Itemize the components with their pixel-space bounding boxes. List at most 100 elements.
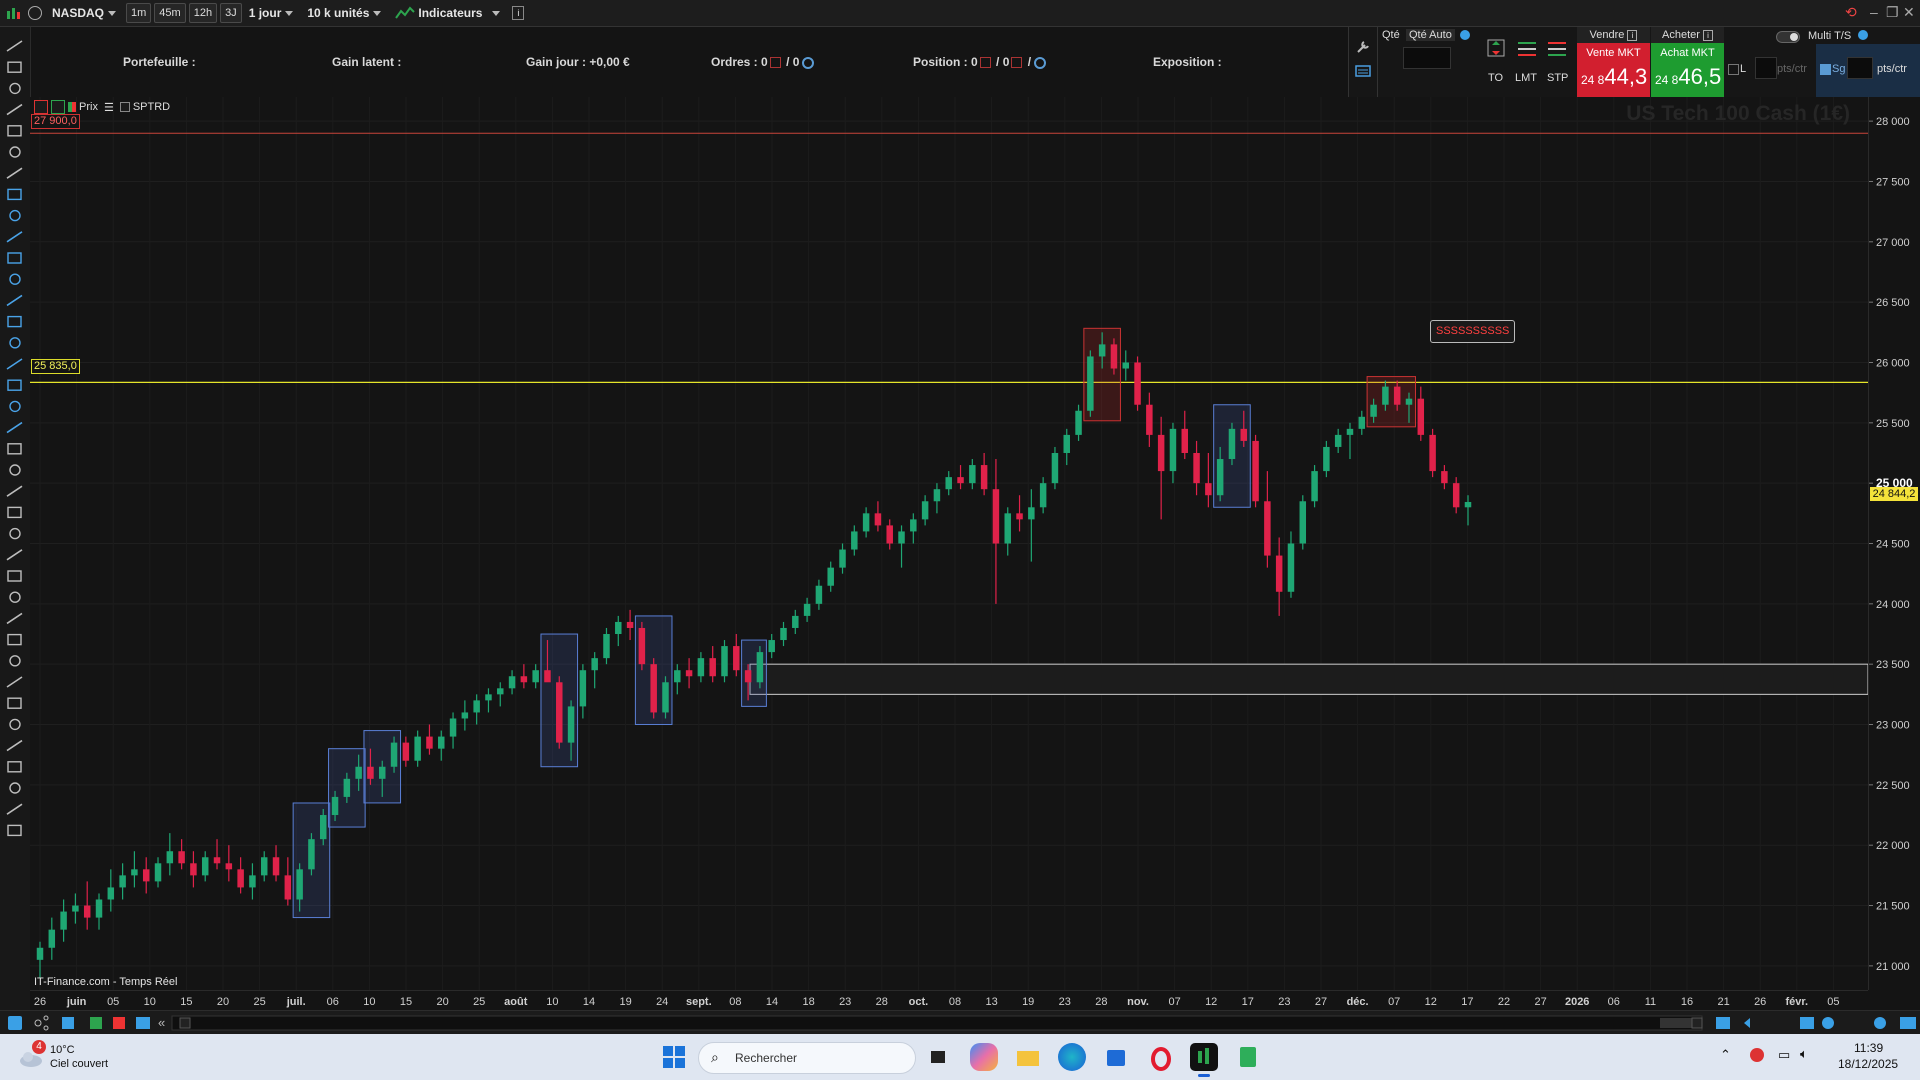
level-tag-top[interactable]: 27 900,0 [31,114,80,129]
drawing-tool-icon[interactable] [7,570,22,582]
drawing-tool-icon[interactable] [6,167,23,179]
candle[interactable] [308,833,315,876]
drawing-tool-icon[interactable] [6,676,23,688]
list-icon[interactable]: ☰ [104,101,114,114]
tray-app-icon[interactable] [1750,1048,1764,1062]
clock-time[interactable]: 11:39 [1854,1041,1883,1055]
price-chart[interactable] [30,97,1869,990]
units-selector[interactable]: 10 k unités [303,3,385,23]
indicators-button[interactable]: Indicateurs [391,3,504,23]
green-app-icon[interactable] [1234,1043,1262,1071]
drawing-tool-icon[interactable] [6,803,23,815]
candle[interactable] [638,621,646,671]
sell-info-icon[interactable]: i [1627,30,1638,41]
sell-market-button[interactable]: Vendre i Vente MKT 24 844,3 [1577,27,1650,97]
candle[interactable] [1429,428,1436,478]
keyboard-icon[interactable] [1355,65,1371,77]
drawing-tool-icon[interactable] [6,485,23,497]
drawing-tool-icon[interactable] [7,761,22,773]
qte-auto-label[interactable]: Qté Auto [1406,29,1455,41]
stp-order-icon[interactable] [1546,37,1568,59]
candle[interactable] [1087,350,1094,417]
drawing-tool-icon[interactable] [9,400,21,413]
l-input[interactable] [1755,57,1777,79]
quantity-input[interactable] [1403,47,1451,69]
pane-expand-icon[interactable] [51,100,65,114]
store-icon[interactable] [1102,1043,1130,1071]
sptrd-checkbox[interactable] [119,102,130,112]
support-zone[interactable] [749,663,1869,695]
timeframe-button-3J[interactable]: 3J [220,3,242,23]
pane-collapse-icon[interactable] [34,100,48,114]
price-axis[interactable]: 28 000 27 500 27 000 26 500 26 000 25 500 25 0… [1868,97,1920,990]
drawing-tool-icon[interactable] [9,655,21,667]
sptrd-label[interactable]: SPTRD [133,101,170,113]
bottom-tool-icons[interactable]: « [0,1011,1920,1035]
sync-icon[interactable]: ⟲ [1845,4,1857,21]
candle[interactable] [1252,434,1259,508]
copilot-icon[interactable] [970,1043,998,1071]
drawing-tool-icon[interactable] [6,549,23,561]
tray-chevron-icon[interactable]: ⌃ [1720,1047,1731,1063]
drawing-tool-icon[interactable] [9,527,21,540]
candle[interactable] [1299,495,1307,550]
drawing-tool-icon[interactable] [9,718,21,731]
trading-app-icon[interactable] [1190,1043,1218,1071]
date-axis[interactable]: 26 juin 05 10 15 20 25 juil. 06 10 15 20 25 août 10 14 1… [30,990,1868,1011]
drawing-tool-icon[interactable] [9,146,21,158]
weather-widget[interactable]: 4 10°C Ciel couvert [18,1040,138,1072]
candle[interactable] [650,658,657,719]
multi-ts-toggle[interactable] [1776,31,1800,43]
file-explorer-icon[interactable] [1014,1043,1042,1071]
drawing-tool-icon[interactable] [9,82,21,95]
lmt-label[interactable]: LMT [1515,72,1537,84]
drawing-tool-icon[interactable] [6,421,23,434]
drawing-tool-icon[interactable] [7,379,22,391]
candle[interactable] [1051,446,1059,490]
candle[interactable] [1134,356,1141,411]
edge-icon[interactable] [1058,1043,1086,1071]
position-settings-icon[interactable] [1034,56,1047,69]
drawing-tool-icon[interactable] [9,591,21,603]
drawing-tool-icon[interactable] [9,782,21,794]
to-label[interactable]: TO [1488,72,1503,84]
close-all-icon[interactable] [1011,57,1023,69]
drawing-tool-icon[interactable] [7,443,22,455]
drawing-tool-icon[interactable] [7,633,22,646]
drawing-tool-icon[interactable] [9,273,21,285]
candle[interactable] [1311,465,1318,508]
prix-label[interactable]: Prix [79,101,98,113]
candle[interactable] [756,646,764,689]
to-order-icon[interactable] [1485,37,1507,59]
period-selector[interactable]: 1 jour [245,3,298,23]
sg-input[interactable] [1847,57,1873,79]
timeframe-button-12h[interactable]: 12h [188,3,218,23]
close-icon[interactable]: ✕ [1903,4,1915,21]
clock-date[interactable]: 18/12/2025 [1838,1057,1898,1071]
drawing-tool-icon[interactable] [9,464,21,476]
candle[interactable] [721,640,728,683]
close-position-icon[interactable] [979,57,991,69]
drawing-tool-icon[interactable] [6,739,23,752]
drawing-tool-icon[interactable] [7,252,22,264]
qte-auto-info-icon[interactable] [1460,30,1470,40]
drawing-tool-icon[interactable] [7,697,22,709]
drawing-tool-icon[interactable] [7,61,22,73]
drawing-tool-icon[interactable] [7,506,22,519]
drawing-tool-icon[interactable] [6,103,23,116]
candle[interactable] [662,676,669,719]
timeframe-button-1m[interactable]: 1m [126,3,152,23]
drawing-tools-icons[interactable] [0,27,30,1012]
buy-market-button[interactable]: Acheter i Achat MKT 24 846,5 [1651,27,1724,97]
candle[interactable] [556,676,563,749]
orders-settings-icon[interactable] [802,56,815,69]
wrench-icon[interactable] [1355,39,1371,55]
annotation-label[interactable]: SSSSSSSSSS [1430,320,1516,343]
l-checkbox[interactable] [1728,64,1739,75]
drawing-tool-icon[interactable] [6,358,23,370]
drawing-tool-icon[interactable] [6,40,23,52]
drawing-tool-icon[interactable] [7,315,22,328]
drawing-tool-icon[interactable] [9,337,21,349]
instrument-selector[interactable]: NASDAQ [48,3,120,23]
search-box[interactable]: ⌕ Rechercher [698,1042,916,1074]
